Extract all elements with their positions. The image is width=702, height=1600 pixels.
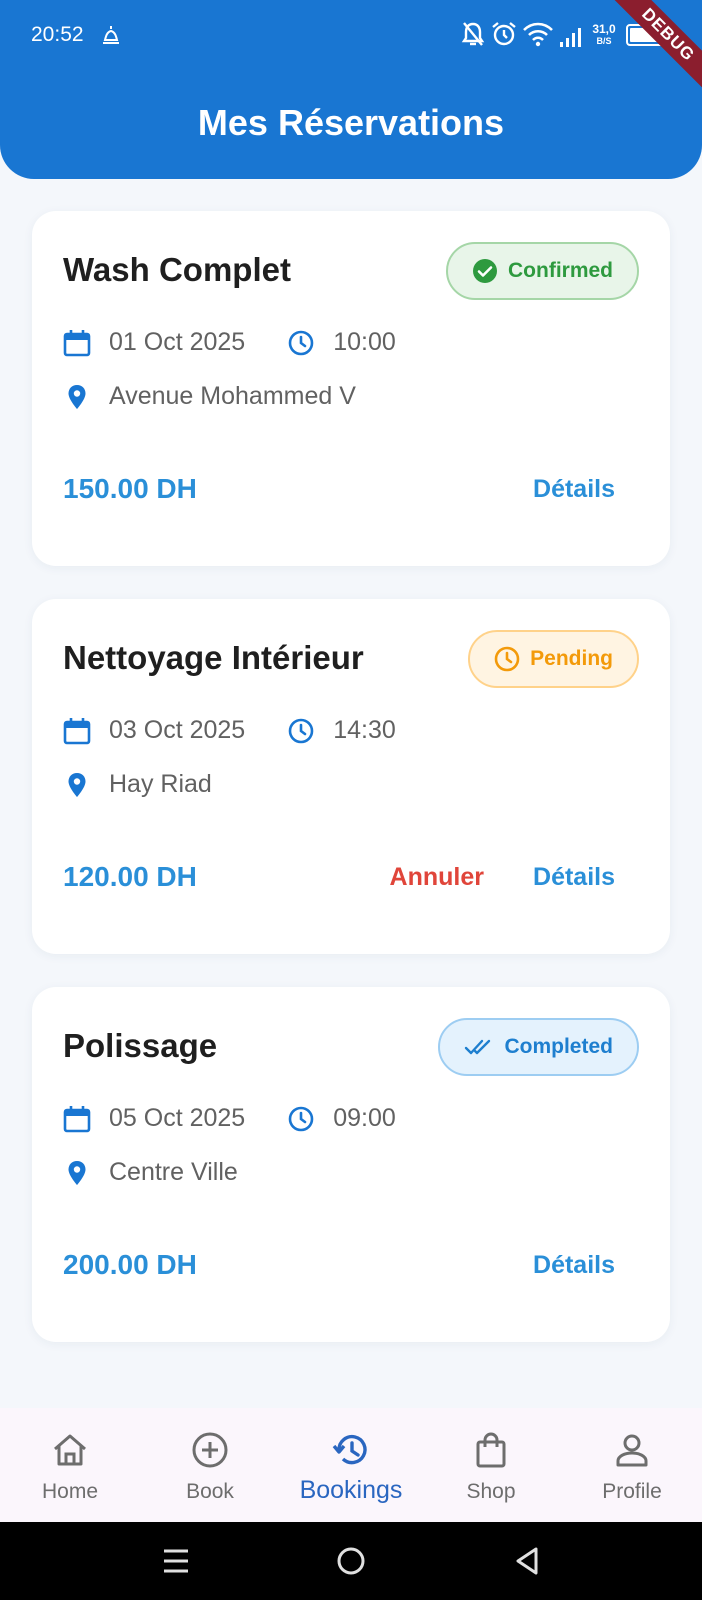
calendar-icon xyxy=(63,717,91,744)
date-time-row: 05 Oct 2025 09:00 xyxy=(63,1104,396,1133)
booking-price: 200.00 DH xyxy=(63,1249,197,1280)
booking-time: 14:30 xyxy=(333,716,396,744)
nav-label: Home xyxy=(41,1480,99,1503)
location-row: Hay Riad xyxy=(63,770,212,799)
details-button[interactable]: Détails xyxy=(533,475,615,504)
booking-title: Wash Complet xyxy=(63,251,291,288)
booking-price: 120.00 DH xyxy=(63,861,197,892)
person-icon xyxy=(616,1434,648,1467)
booking-card: Wash Complet Confirmed 01 Oct 2025 10:00… xyxy=(32,211,670,566)
system-navigation-bar xyxy=(0,1522,702,1600)
wifi-icon xyxy=(523,22,553,47)
booking-date: 01 Oct 2025 xyxy=(109,328,246,356)
net-speed: 31,0 B/S xyxy=(592,22,616,46)
nav-label: Book xyxy=(186,1480,234,1503)
clock-icon xyxy=(288,330,314,355)
silent-mode-icon xyxy=(103,26,119,44)
booking-date: 05 Oct 2025 xyxy=(109,1104,246,1132)
calendar-icon xyxy=(63,329,91,356)
details-button[interactable]: Détails xyxy=(533,1251,615,1280)
status-badge: Confirmed xyxy=(446,242,639,300)
status-badge: Completed xyxy=(438,1018,639,1076)
booking-date: 03 Oct 2025 xyxy=(109,716,246,744)
history-icon xyxy=(332,1434,367,1465)
signal-icon xyxy=(560,28,581,47)
location-pin-icon xyxy=(68,1160,86,1185)
location-pin-icon xyxy=(68,772,86,797)
cancel-button[interactable]: Annuler xyxy=(390,863,484,892)
location-row: Avenue Mohammed V xyxy=(63,382,356,411)
page-title: Mes Réservations xyxy=(197,102,505,143)
back-triangle-icon[interactable] xyxy=(512,1542,542,1580)
booking-location: Hay Riad xyxy=(109,770,212,798)
booking-title: Nettoyage Intérieur xyxy=(63,639,364,676)
booking-location: Centre Ville xyxy=(109,1158,238,1186)
clock-icon xyxy=(288,1106,314,1131)
status-label: Completed xyxy=(504,1035,613,1058)
shopping-bag-icon xyxy=(476,1432,506,1468)
details-button[interactable]: Détails xyxy=(533,863,615,892)
nav-item-bookings[interactable]: Bookings xyxy=(281,1408,421,1522)
booking-card: Nettoyage Intérieur Pending 03 Oct 2025 … xyxy=(32,599,670,954)
home-icon xyxy=(54,1434,86,1466)
booking-price: 150.00 DH xyxy=(63,473,197,504)
status-label: Pending xyxy=(530,647,613,670)
home-circle-icon[interactable] xyxy=(333,1542,369,1580)
date-time-row: 03 Oct 2025 14:30 xyxy=(63,716,396,745)
nav-item-home[interactable]: Home xyxy=(0,1408,140,1522)
status-time: 20:52 xyxy=(31,23,84,46)
booking-location: Avenue Mohammed V xyxy=(109,382,356,410)
calendar-icon xyxy=(63,1105,91,1132)
nav-item-profile[interactable]: Profile xyxy=(562,1408,702,1522)
location-pin-icon xyxy=(68,384,86,409)
bottom-navigation: Home Book Bookings Shop Profile xyxy=(0,1408,702,1522)
date-time-row: 01 Oct 2025 10:00 xyxy=(63,328,396,357)
clock-icon xyxy=(494,646,520,672)
booking-time: 09:00 xyxy=(333,1104,396,1132)
bell-off-icon xyxy=(461,22,485,46)
nav-item-book[interactable]: Book xyxy=(140,1408,280,1522)
double-check-icon xyxy=(465,1039,491,1055)
status-badge: Pending xyxy=(468,630,639,688)
status-label: Confirmed xyxy=(508,259,613,282)
alarm-icon xyxy=(492,22,516,46)
booking-title: Polissage xyxy=(63,1027,218,1064)
nav-label: Shop xyxy=(466,1480,516,1503)
add-circle-icon xyxy=(192,1432,228,1468)
nav-label: Profile xyxy=(602,1480,662,1503)
location-row: Centre Ville xyxy=(63,1158,238,1187)
clock-icon xyxy=(288,718,314,743)
check-circle-icon xyxy=(473,259,497,283)
booking-time: 10:00 xyxy=(333,328,396,356)
menu-icon[interactable] xyxy=(161,1542,191,1580)
nav-label: Bookings xyxy=(299,1476,403,1504)
booking-card: Polissage Completed 05 Oct 2025 09:00 Ce… xyxy=(32,987,670,1342)
nav-item-shop[interactable]: Shop xyxy=(421,1408,561,1522)
status-bar: 20:52 31,0 B/S DEBUG xyxy=(0,0,702,101)
